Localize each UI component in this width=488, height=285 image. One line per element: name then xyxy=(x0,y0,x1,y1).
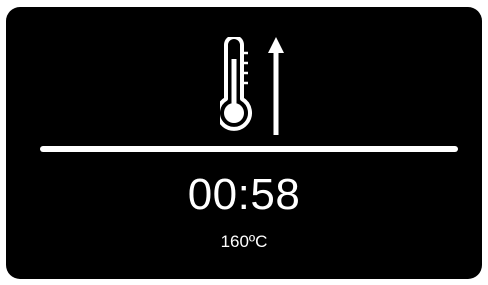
thermometer-rising-icon xyxy=(220,37,290,141)
timer-display: 00:58 xyxy=(187,170,301,219)
temperature-display: 160ºC xyxy=(220,232,268,251)
oven-display-screen: 00:58 160ºC xyxy=(6,7,482,279)
divider xyxy=(40,146,458,152)
